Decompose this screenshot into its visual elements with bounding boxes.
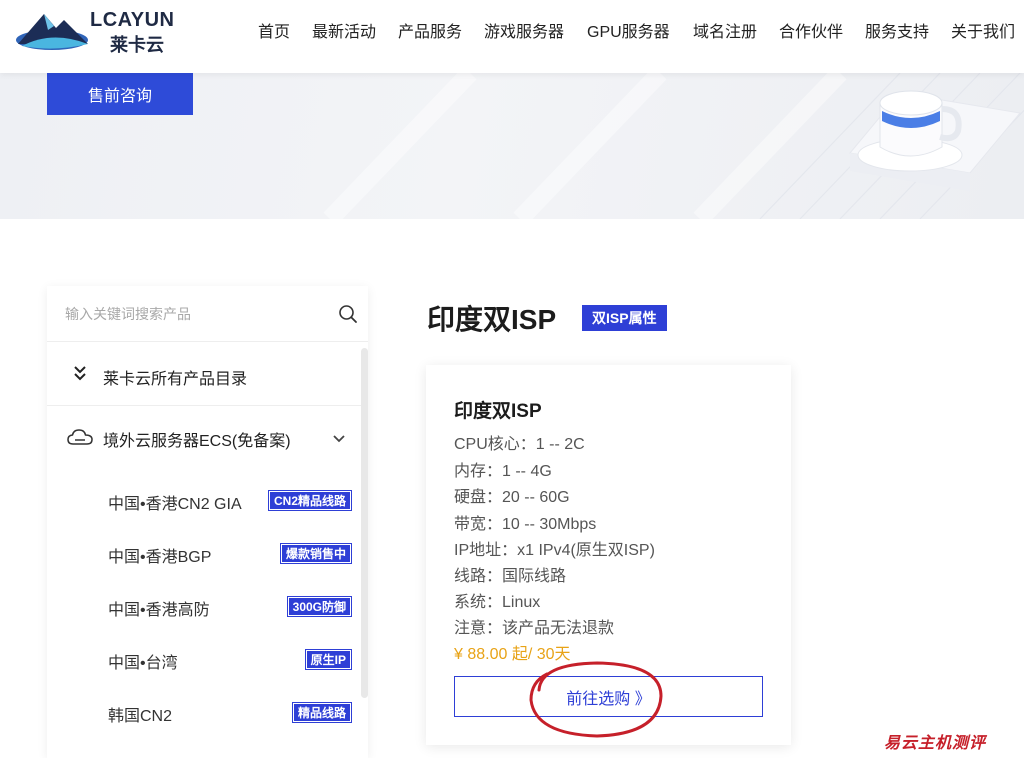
sidebar-item-tag: 原生IP [304,649,353,670]
nav-partners[interactable]: 合作伙伴 [779,18,843,42]
catalog-label: 莱卡云所有产品目录 [103,371,248,388]
nav-domains[interactable]: 域名注册 [693,18,757,42]
spec-os: 系统：Linux [454,594,541,611]
sidebar-item-label: 中国•香港BGP [108,549,212,566]
product-search [47,286,368,342]
category-overseas-ecs[interactable]: 境外云服务器ECS(免备案) [47,407,363,469]
sidebar-item-tag: CN2精品线路 [267,490,353,511]
product-search-input[interactable] [65,300,325,328]
category-label: 境外云服务器ECS(免备案) [103,433,291,450]
sidebar-item-label: 中国•台湾 [108,655,178,672]
sidebar-item-hk-ddos[interactable]: 中国•香港高防 300G防御 [47,581,363,633]
brand-name-en: LCAYUN [90,9,175,31]
site-logo[interactable]: LCAYUN 莱卡云 [14,8,184,55]
site-header: LCAYUN 莱卡云 首页 最新活动 产品服务 游戏服务器 GPU服务器 域名注… [0,0,1024,73]
hero-banner: 售前咨询 [0,73,1024,219]
title-badge: 双ISP属性 [582,305,667,331]
sidebar-item-tag: 爆款销售中 [279,543,353,564]
nav-about[interactable]: 关于我们 [951,18,1015,42]
sidebar-item-label: 中国•香港高防 [108,602,210,619]
sidebar-item-korea-cn2[interactable]: 韩国CN2 精品线路 [47,687,363,739]
nav-products[interactable]: 产品服务 [398,18,462,42]
red-circle-annotation [529,661,663,738]
spec-notice: 注意：该产品无法退款 [454,620,615,637]
spec-cpu: CPU核心：1 -- 2C [454,436,585,453]
presales-consult-button[interactable]: 售前咨询 [47,73,193,115]
sidebar-scrollbar[interactable] [361,348,368,698]
banner-cup-illustration [849,90,1021,191]
spec-ip: IP地址：x1 IPv4(原生双ISP) [454,542,655,559]
nav-promotions[interactable]: 最新活动 [312,18,376,42]
nav-support[interactable]: 服务支持 [865,18,929,42]
sidebar-item-tag: 300G防御 [286,596,353,617]
nav-game-servers[interactable]: 游戏服务器 [484,18,564,42]
sidebar-item-hk-bgp[interactable]: 中国•香港BGP 爆款销售中 [47,528,363,580]
all-products-catalog[interactable]: 莱卡云所有产品目录 [47,342,363,406]
nav-home[interactable]: 首页 [258,18,290,42]
sidebar-item-tag: 精品线路 [291,702,353,723]
brand-name-cn: 莱卡云 [110,35,164,55]
product-sidebar: 莱卡云所有产品目录 境外云服务器ECS(免备案) 中国•香港CN2 GIA CN… [47,286,368,758]
nav-gpu-servers[interactable]: GPU服务器 [587,18,670,42]
chevron-down-icon [333,435,345,443]
sidebar-item-label: 韩国CN2 [108,708,173,725]
cloud-icon [67,429,93,445]
spec-disk: 硬盘：20 -- 60G [454,489,570,506]
sidebar-item-taiwan[interactable]: 中国•台湾 原生IP [47,634,363,686]
product-card-title: 印度双ISP [454,401,542,422]
sidebar-item-label: 中国•香港CN2 GIA [108,496,242,513]
search-icon[interactable] [338,304,358,324]
spec-bandwidth: 带宽：10 -- 30Mbps [454,516,597,533]
logo-mountain-icon [16,14,88,50]
watermark-text: 易云主机测评 [884,733,987,752]
double-chevron-down-icon [74,366,86,381]
spec-line: 线路：国际线路 [454,568,567,585]
sidebar-item-hk-cn2-gia[interactable]: 中国•香港CN2 GIA CN2精品线路 [47,475,363,527]
spec-memory: 内存：1 -- 4G [454,463,552,480]
page-title: 印度双ISP [427,304,557,335]
